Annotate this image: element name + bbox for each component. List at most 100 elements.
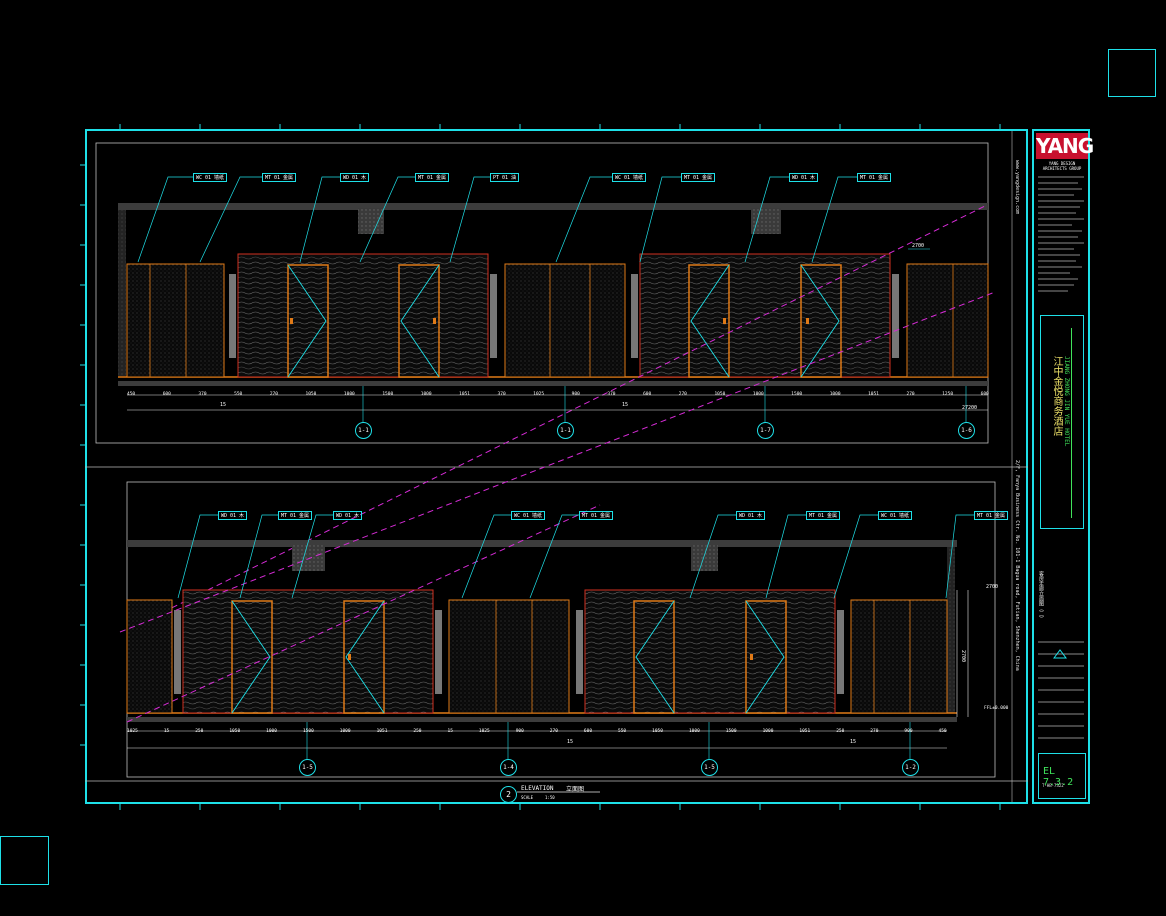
dim-total: 15 bbox=[622, 402, 629, 408]
callout-tag: MT 01 金属 bbox=[579, 511, 614, 520]
dim-text: 900 bbox=[515, 729, 524, 734]
dim-text: 1051 bbox=[799, 729, 811, 734]
dim-text: 1000 bbox=[752, 392, 764, 397]
dim-text: 1050 bbox=[652, 729, 663, 734]
dim-text: 1025 bbox=[533, 392, 545, 397]
dim-text: 1000 bbox=[343, 392, 355, 397]
dim-text: 1025 bbox=[478, 729, 490, 734]
callout-tag: WD 01 木 bbox=[736, 511, 766, 520]
project-title-cn: 江中金悦商务酒店 bbox=[1051, 356, 1062, 436]
dim-text: 1050 bbox=[714, 392, 726, 397]
dim-text: 450 bbox=[127, 392, 136, 397]
dim-text: 270 bbox=[549, 729, 558, 734]
callout-tag: MT 01 金属 bbox=[262, 173, 297, 182]
sheet-title: 客房走廊立面图（二） bbox=[1038, 571, 1044, 621]
callout-tag: MT 01 金属 bbox=[278, 511, 313, 520]
dim-text: 270 bbox=[906, 392, 915, 397]
dim-total: 15 bbox=[567, 739, 574, 745]
dim-text: 550 bbox=[618, 729, 627, 734]
grid-bubble: 1-5 bbox=[299, 759, 316, 776]
side-web: www.yangdesign.com bbox=[1014, 160, 1020, 215]
callout-tag: PT 01 油 bbox=[490, 173, 520, 182]
dim-text: 250 bbox=[195, 729, 204, 734]
dim-text: 600 bbox=[583, 729, 593, 734]
callout-tag: MT 01 金属 bbox=[806, 511, 841, 520]
top-elevation bbox=[118, 176, 989, 631]
callout-tag: WD 01 木 bbox=[333, 511, 363, 520]
project-accent-line bbox=[1071, 328, 1072, 518]
callout-tag: WC 01 墙纸 bbox=[612, 173, 647, 182]
dim-text: 250 bbox=[836, 729, 845, 734]
dim-text: 1050 bbox=[229, 729, 241, 734]
callout-tag: MT 01 金属 bbox=[857, 173, 892, 182]
dim-text: 600 bbox=[980, 392, 989, 397]
callout-tag: WD 01 木 bbox=[218, 511, 248, 520]
dim-text: 1051 bbox=[376, 729, 388, 734]
revision-table bbox=[1038, 641, 1084, 739]
callout-tag: MT 01 金属 bbox=[974, 511, 1009, 520]
dim-text: 1000 bbox=[762, 729, 774, 734]
bottom-dimensions: 1025 15 250 1050 1000 1500 1000 1051 250… bbox=[127, 729, 947, 737]
dim-text: 1000 bbox=[420, 392, 432, 397]
callout-tag: WC 01 墙纸 bbox=[511, 511, 546, 520]
dim-text: 370 bbox=[497, 392, 506, 397]
side-address: 2/F, Fanya Business Ctr. No. 101-1 Bagua… bbox=[1014, 460, 1020, 671]
cad-drawing bbox=[80, 124, 1028, 810]
dim-text: 1051 bbox=[459, 392, 470, 397]
grid-bubble: 1-1 bbox=[557, 422, 574, 439]
project-title-en: JIANG ZHONG JIN YUE HOTEL bbox=[1063, 356, 1070, 447]
grid-bubble: 1-4 bbox=[500, 759, 517, 776]
company-logo: YANG bbox=[1036, 133, 1094, 159]
callout-tag: MT 01 金属 bbox=[415, 173, 450, 182]
dim-text: 270 bbox=[678, 392, 687, 397]
dim-total: 27200 bbox=[962, 405, 978, 411]
grid-bubble: 1-2 bbox=[902, 759, 919, 776]
grid-bubble: 1-1 bbox=[355, 422, 372, 439]
company-name: YANG DESIGN ARCHITECTS GROUP bbox=[1042, 161, 1082, 171]
dim-text: 15 bbox=[163, 729, 170, 734]
dim-text: 900 bbox=[904, 729, 913, 734]
dim-text: 1500 bbox=[302, 729, 314, 734]
callout-tag: WD 01 木 bbox=[340, 173, 370, 182]
height-dim: 2700 bbox=[960, 650, 966, 663]
elevation-label: ELEVATION bbox=[521, 785, 554, 792]
drawing-number-box: EL 7.3.2 bbox=[1038, 753, 1086, 799]
dim-text: 1050 bbox=[305, 392, 317, 397]
dim-text: 550 bbox=[234, 392, 243, 397]
dim-text: 600 bbox=[162, 392, 171, 397]
dim-text: 900 bbox=[571, 392, 580, 397]
title-block-notes bbox=[1038, 176, 1084, 292]
elevation-number-bubble: 2 bbox=[500, 786, 517, 803]
dim-text: 600 bbox=[643, 392, 652, 397]
scale-value: 1:50 bbox=[545, 795, 555, 800]
callout-tag: WD 01 木 bbox=[789, 173, 819, 182]
dim-text: 1500 bbox=[791, 392, 803, 397]
dim-text: 1025 bbox=[127, 729, 138, 734]
level-mark: 2700 bbox=[912, 243, 925, 249]
elevation-label-cn: 立面图 bbox=[566, 786, 585, 793]
project-name-box: 江中金悦商务酒店 JIANG ZHONG JIN YUE HOTEL bbox=[1040, 315, 1084, 529]
top-dimensions: 450 600 370 550 270 1050 1000 1500 1000 … bbox=[127, 392, 989, 400]
dim-text: 450 bbox=[938, 729, 947, 734]
dim-text: 1000 bbox=[266, 729, 277, 734]
dim-text: 1051 bbox=[868, 392, 879, 397]
grid-bubble: 1-5 bbox=[701, 759, 718, 776]
dim-text: 250 bbox=[413, 729, 422, 734]
callout-tag: MT 01 金属 bbox=[681, 173, 716, 182]
dim-text: 370 bbox=[198, 392, 207, 397]
grid-bubble: 1-6 bbox=[958, 422, 975, 439]
dim-text: 270 bbox=[269, 392, 278, 397]
dim-text: 1250 bbox=[942, 392, 954, 397]
dim-text: 1000 bbox=[339, 729, 351, 734]
dim-text: 15 bbox=[447, 729, 453, 734]
scale-label: SCALE bbox=[521, 795, 534, 800]
dim-total: 15 bbox=[850, 739, 857, 745]
dim-text: 1000 bbox=[829, 392, 841, 397]
callout-tag: WC 01 墙纸 bbox=[878, 511, 913, 520]
callout-tag: WC 01 墙纸 bbox=[193, 173, 228, 182]
dim-total: 15 bbox=[220, 402, 227, 408]
dim-text: 1000 bbox=[688, 729, 700, 734]
grid-bubble: 1-7 bbox=[757, 422, 774, 439]
drawing-sub-number: T-HB-7322 bbox=[1042, 783, 1064, 788]
dim-text: 1500 bbox=[725, 729, 737, 734]
